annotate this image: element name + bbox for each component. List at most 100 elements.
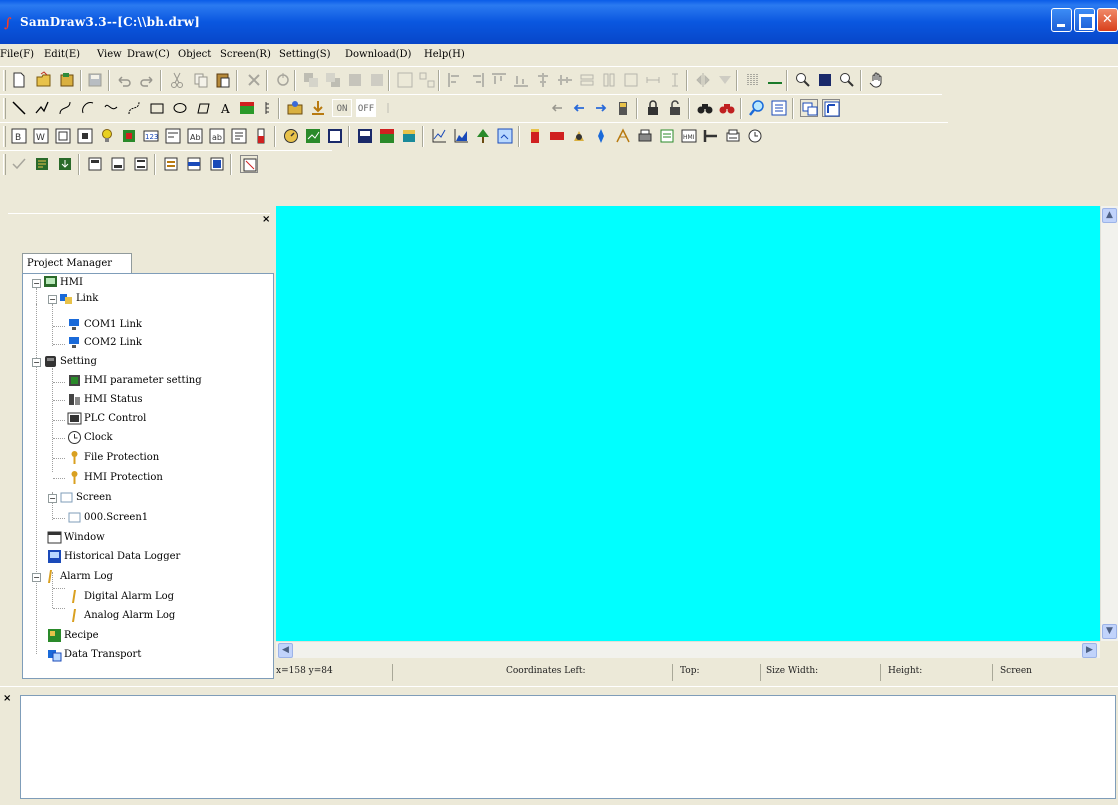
tree-item-file-protection[interactable]: File Protection	[67, 450, 159, 468]
check-icon[interactable]	[10, 155, 28, 173]
minimize-button[interactable]	[1051, 8, 1072, 32]
numeric-input-icon[interactable]	[164, 127, 182, 145]
redo-icon[interactable]	[138, 71, 156, 89]
align-left-icon[interactable]	[446, 71, 464, 89]
import-image-icon[interactable]	[309, 99, 327, 117]
undo-icon[interactable]	[115, 71, 133, 89]
direction-icon[interactable]	[592, 127, 610, 145]
project-manager-toggle-icon[interactable]	[822, 99, 840, 117]
hand-pan-icon[interactable]	[868, 71, 886, 89]
find-replace-icon[interactable]	[718, 99, 736, 117]
save-icon[interactable]	[86, 71, 104, 89]
tree-item-clock[interactable]: Clock	[67, 430, 113, 448]
flip-vertical-icon[interactable]	[716, 71, 734, 89]
alarm-history-icon[interactable]	[378, 127, 396, 145]
rectangle-tool-icon[interactable]	[148, 99, 166, 117]
lock-icon[interactable]	[644, 99, 662, 117]
tree-item-window[interactable]: Window	[47, 530, 105, 548]
drawing-canvas[interactable]	[276, 206, 1100, 641]
horizontal-scrollbar[interactable]: ◀ ▶	[276, 641, 1100, 658]
align-center-h-icon[interactable]	[534, 71, 552, 89]
tree-item-recipe[interactable]: Recipe	[47, 628, 99, 646]
new-file-icon[interactable]	[10, 71, 28, 89]
align-right-icon[interactable]	[468, 71, 486, 89]
transfer-icon[interactable]	[185, 155, 203, 173]
menu-view[interactable]: View	[97, 49, 122, 60]
scale-tool-icon[interactable]	[258, 99, 276, 117]
scroll-right-icon[interactable]: ▶	[1082, 643, 1097, 658]
toolbar-grip[interactable]	[3, 70, 6, 91]
polygon-tool-icon[interactable]	[194, 99, 212, 117]
collapse-link-toggle[interactable]: −	[48, 295, 57, 304]
zoom-out-icon[interactable]	[838, 71, 856, 89]
menu-screen[interactable]: Screen(R)	[220, 49, 271, 60]
text-tool-icon[interactable]: A	[217, 99, 235, 117]
pipe-icon[interactable]	[702, 127, 720, 145]
search-icon[interactable]	[748, 99, 766, 117]
printer-icon[interactable]	[636, 127, 654, 145]
bar-graph-icon[interactable]	[252, 127, 270, 145]
phone-icon[interactable]	[614, 99, 632, 117]
clock-icon[interactable]	[746, 127, 764, 145]
menu-edit[interactable]: Edit(E)	[44, 49, 80, 60]
space-vertical-icon[interactable]	[666, 71, 684, 89]
ellipse-tool-icon[interactable]	[171, 99, 189, 117]
window-layout-icon[interactable]	[800, 99, 818, 117]
maximize-button[interactable]	[1074, 8, 1095, 32]
tab-project-manager[interactable]: Project Manager	[22, 253, 132, 274]
menu-object[interactable]: Object	[178, 49, 211, 60]
copy-icon[interactable]	[192, 71, 210, 89]
grid-icon[interactable]	[744, 71, 762, 89]
word-lamp-icon[interactable]	[120, 127, 138, 145]
object-list-icon[interactable]	[770, 99, 788, 117]
recipe-object-icon[interactable]	[526, 127, 544, 145]
stop-sim-icon[interactable]	[132, 155, 150, 173]
alarm-display-icon[interactable]	[356, 127, 374, 145]
freehand-tool-icon[interactable]	[102, 99, 120, 117]
line-width-icon[interactable]	[766, 71, 784, 89]
tree-item-digital-alarm[interactable]: Digital Alarm Log	[67, 589, 174, 607]
panel-close-button[interactable]: ×	[262, 214, 270, 225]
menu-help[interactable]: Help(H)	[424, 49, 465, 60]
scatter-chart-icon[interactable]	[496, 127, 514, 145]
delete-icon[interactable]	[245, 71, 263, 89]
send-back-icon[interactable]	[324, 71, 342, 89]
align-bottom-icon[interactable]	[512, 71, 530, 89]
collapse-hmi-toggle[interactable]: −	[32, 279, 41, 288]
curve-tool-icon[interactable]	[56, 99, 74, 117]
tree-item-historical-logger[interactable]: Historical Data Logger	[47, 549, 180, 567]
tree-item-setting[interactable]: Setting	[43, 354, 97, 372]
tree-item-alarm-log[interactable]: Alarm Log	[43, 569, 113, 587]
prev-state-icon[interactable]	[548, 99, 566, 117]
tree-item-com1-link[interactable]: COM1 Link	[67, 317, 142, 335]
menu-draw[interactable]: Draw(C)	[127, 49, 170, 60]
menu-download[interactable]: Download(D)	[345, 49, 411, 60]
next-screen-icon[interactable]	[592, 99, 610, 117]
word-button-icon[interactable]: W	[32, 127, 50, 145]
screen-button-icon[interactable]	[54, 127, 72, 145]
data-block-icon[interactable]	[548, 127, 566, 145]
compile-icon[interactable]	[33, 155, 51, 173]
meter-icon[interactable]	[282, 127, 300, 145]
line-tool-icon[interactable]	[10, 99, 28, 117]
tree-item-analog-alarm[interactable]: Analog Alarm Log	[67, 608, 175, 626]
settings-icon[interactable]	[208, 155, 226, 173]
on-state-button[interactable]: ON	[332, 99, 352, 117]
paste-icon[interactable]	[214, 71, 232, 89]
tree-item-hmi-protection[interactable]: HMI Protection	[67, 470, 163, 488]
tree-item-screen1[interactable]: 000.Screen1	[67, 510, 148, 528]
space-horizontal-icon[interactable]	[644, 71, 662, 89]
group-icon[interactable]	[396, 71, 414, 89]
tree-item-com2-link[interactable]: COM2 Link	[67, 335, 142, 353]
tree-chart-icon[interactable]	[474, 127, 492, 145]
prev-screen-icon[interactable]	[570, 99, 588, 117]
polyline-tool-icon[interactable]	[33, 99, 51, 117]
menu-file[interactable]: File(F)	[0, 49, 34, 60]
area-chart-icon[interactable]	[452, 127, 470, 145]
print-report-icon[interactable]	[724, 127, 742, 145]
same-size-icon[interactable]	[622, 71, 640, 89]
trend-graph-icon[interactable]	[304, 127, 322, 145]
bit-lamp-icon[interactable]	[98, 127, 116, 145]
align-center-v-icon[interactable]	[556, 71, 574, 89]
vertical-scrollbar[interactable]: ▲ ▼	[1100, 206, 1118, 641]
